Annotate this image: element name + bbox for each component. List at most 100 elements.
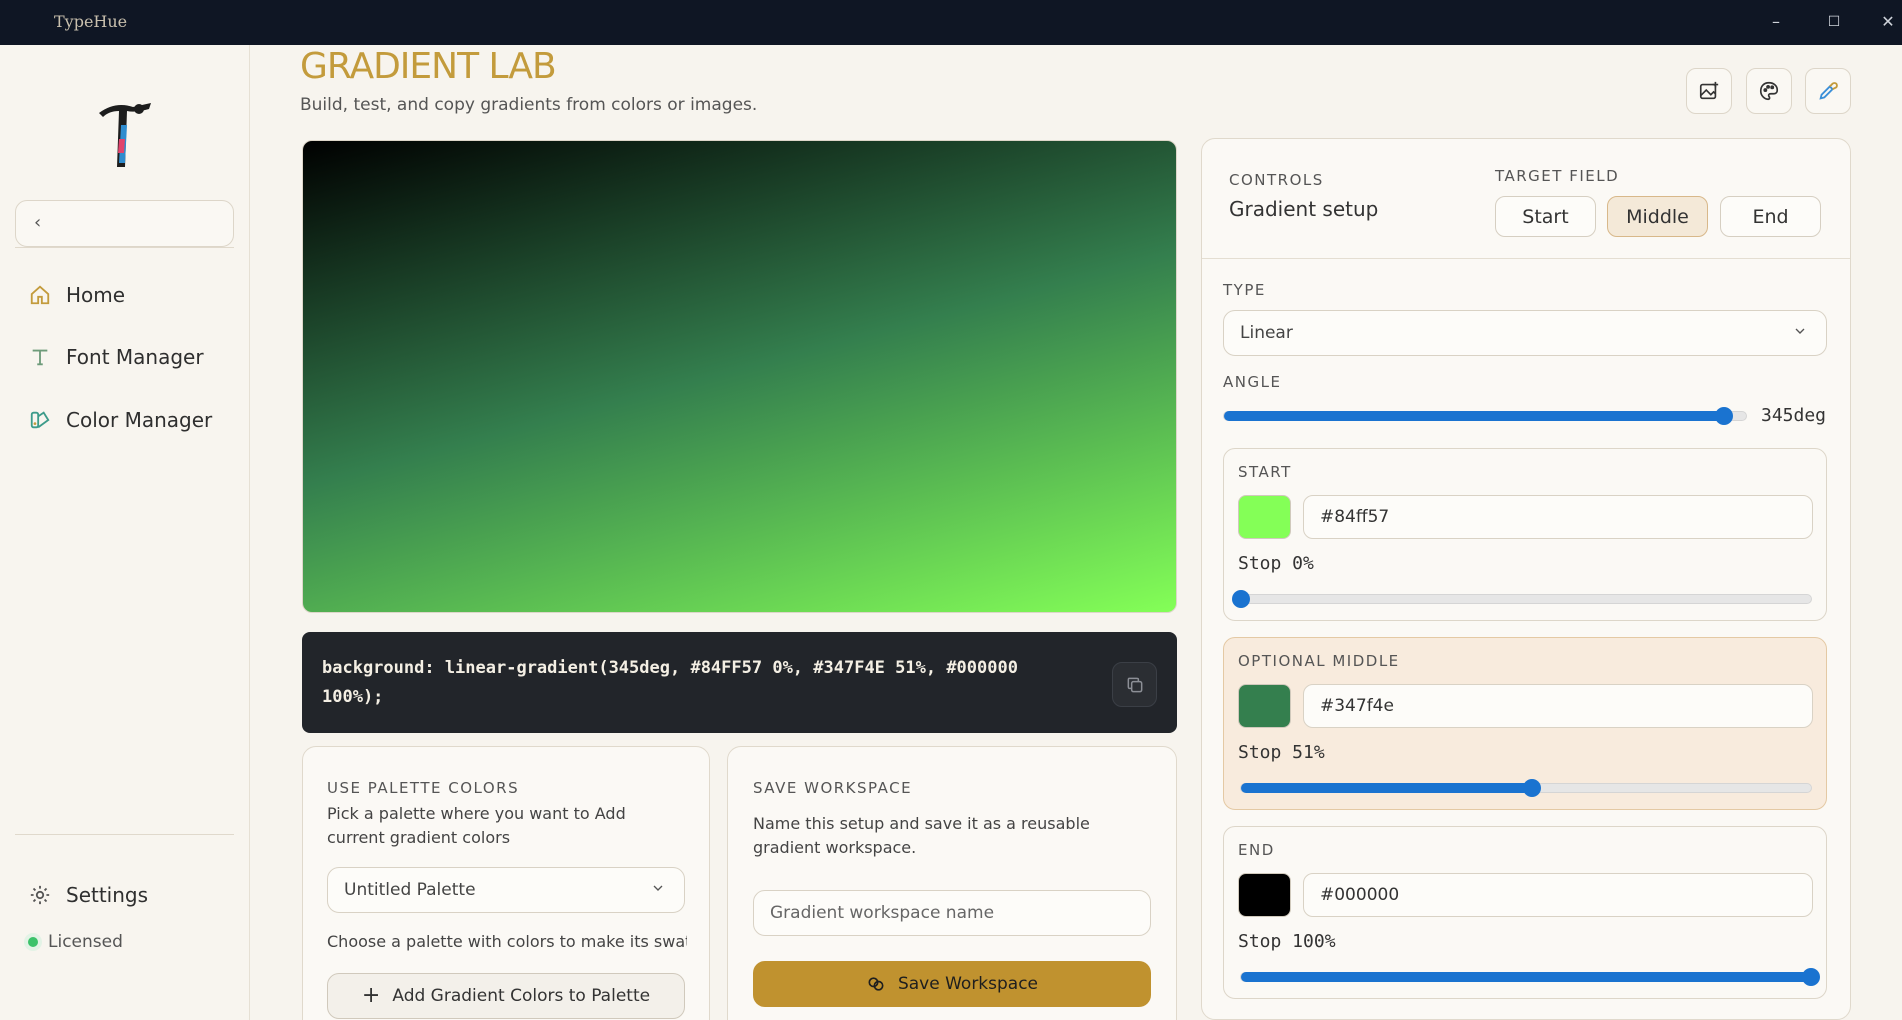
type-icon: [28, 345, 52, 369]
workspace-name-input[interactable]: [754, 891, 1150, 935]
sidebar-item-home[interactable]: Home: [28, 277, 125, 313]
license-status-label: Licensed: [48, 932, 123, 952]
middle-stop-card: OPTIONAL MIDDLE Stop 51%: [1223, 637, 1827, 810]
save-workspace-button-label: Save Workspace: [897, 974, 1039, 994]
start-hex-input[interactable]: [1304, 496, 1812, 538]
start-label: START: [1238, 463, 1292, 481]
palette-card-description: Pick a palette where you want to Add cur…: [327, 804, 626, 847]
image-add-icon: [1699, 81, 1719, 100]
target-start-button[interactable]: Start: [1495, 196, 1596, 237]
middle-hex-field[interactable]: [1303, 684, 1813, 728]
eyedropper-button[interactable]: [1805, 68, 1851, 114]
end-hex-input[interactable]: [1304, 874, 1812, 916]
settings-label: Settings: [66, 883, 149, 907]
gradient-type-value: Linear: [1240, 323, 1293, 343]
middle-stop-slider[interactable]: [1240, 779, 1812, 797]
start-stop-text: Stop 0%: [1238, 553, 1314, 574]
start-stop-slider-thumb[interactable]: [1232, 590, 1250, 608]
controls-panel: CONTROLS Gradient setup TARGET FIELD Sta…: [1201, 138, 1851, 1020]
start-color-swatch[interactable]: [1238, 495, 1291, 539]
sidebar-item-font-manager[interactable]: Font Manager: [28, 339, 204, 375]
target-field-label: TARGET FIELD: [1495, 167, 1620, 185]
copy-icon: [1127, 677, 1142, 692]
css-code-box: background: linear-gradient(345deg, #84F…: [302, 632, 1177, 733]
middle-stop-slider-fill: [1241, 783, 1532, 793]
gradient-preview: [302, 140, 1177, 613]
palette-card-label: USE PALETTE COLORS: [327, 779, 520, 797]
chevron-down-icon: [1792, 323, 1808, 344]
link-icon: [868, 977, 884, 991]
middle-color-swatch[interactable]: [1238, 684, 1291, 728]
add-gradient-colors-label: Add Gradient Colors to Palette: [392, 986, 651, 1006]
sidebar-divider: [15, 247, 234, 248]
end-label: END: [1238, 841, 1275, 859]
page-title: GRADIENT LAB: [300, 46, 557, 87]
angle-label: ANGLE: [1223, 373, 1282, 391]
title-bar: TypeHue – ☐ ✕: [0, 0, 1902, 45]
palette-card: USE PALETTE COLORS Pick a palette where …: [302, 746, 710, 1020]
panel-divider: [1202, 258, 1850, 259]
middle-stop-slider-thumb[interactable]: [1522, 779, 1541, 797]
palette-book-icon: [28, 408, 52, 432]
sidebar-item-label: Font Manager: [66, 345, 204, 369]
css-code-text: background: linear-gradient(345deg, #84F…: [322, 658, 1018, 707]
angle-slider[interactable]: [1223, 407, 1747, 425]
angle-slider-fill: [1224, 411, 1725, 421]
palette-button[interactable]: [1746, 68, 1792, 114]
chevron-left-icon: ‹: [34, 212, 42, 233]
add-gradient-colors-button[interactable]: + Add Gradient Colors to Palette: [327, 973, 685, 1019]
start-stop-slider[interactable]: [1232, 590, 1812, 608]
image-gradient-button[interactable]: [1686, 68, 1732, 114]
angle-slider-thumb[interactable]: [1715, 407, 1734, 425]
minimize-button[interactable]: –: [1762, 10, 1790, 34]
start-stop-card: START Stop 0%: [1223, 448, 1827, 621]
end-color-swatch[interactable]: [1238, 873, 1291, 917]
page-subtitle: Build, test, and copy gradients from col…: [300, 95, 758, 115]
end-stop-card: END Stop 100%: [1223, 826, 1827, 999]
copy-code-button[interactable]: [1112, 662, 1157, 707]
end-stop-slider-thumb[interactable]: [1802, 968, 1820, 986]
sidebar-item-settings[interactable]: Settings: [28, 877, 148, 913]
middle-stop-text: Stop 51%: [1238, 742, 1325, 763]
eyedropper-icon: [1819, 82, 1838, 100]
palette-select-value: Untitled Palette: [344, 880, 476, 900]
middle-label: OPTIONAL MIDDLE: [1238, 652, 1400, 670]
maximize-button[interactable]: ☐: [1820, 10, 1848, 34]
sidebar: ‹ Home Font Manager Color Manager Settin…: [0, 45, 250, 1020]
palette-select[interactable]: Untitled Palette: [327, 867, 685, 913]
gradient-type-select[interactable]: Linear: [1223, 310, 1827, 356]
workspace-name-field[interactable]: [753, 890, 1151, 936]
palette-icon: [1759, 81, 1779, 101]
gear-icon: [28, 883, 52, 907]
start-hex-field[interactable]: [1303, 495, 1813, 539]
plus-icon: +: [361, 983, 381, 1008]
save-workspace-card: SAVE WORKSPACE Name this setup and save …: [727, 746, 1177, 1020]
middle-hex-input[interactable]: [1304, 685, 1812, 727]
sidebar-item-label: Color Manager: [66, 408, 213, 432]
controls-title: Gradient setup: [1229, 197, 1379, 221]
sidebar-collapse-button[interactable]: ‹: [15, 200, 234, 247]
license-status: Licensed: [28, 932, 123, 952]
end-stop-slider-fill: [1241, 972, 1811, 982]
end-stop-text: Stop 100%: [1238, 931, 1336, 952]
sidebar-divider: [15, 834, 234, 835]
sidebar-item-label: Home: [66, 283, 126, 307]
home-icon: [28, 283, 52, 307]
end-stop-slider[interactable]: [1240, 968, 1820, 986]
save-workspace-label: SAVE WORKSPACE: [753, 779, 913, 797]
target-end-button[interactable]: End: [1720, 196, 1821, 237]
palette-hint: Choose a palette with colors to make its…: [327, 932, 687, 951]
angle-value: 345deg: [1761, 405, 1827, 426]
app-logo-icon: [99, 103, 151, 167]
license-status-dot: [28, 937, 38, 947]
save-workspace-button[interactable]: Save Workspace: [753, 961, 1151, 1007]
end-hex-field[interactable]: [1303, 873, 1813, 917]
target-middle-button[interactable]: Middle: [1607, 196, 1708, 237]
controls-label: CONTROLS: [1229, 171, 1324, 189]
app-name: TypeHue: [54, 12, 128, 31]
close-button[interactable]: ✕: [1874, 10, 1902, 34]
sidebar-item-color-manager[interactable]: Color Manager: [28, 402, 212, 438]
save-workspace-description: Name this setup and save it as a reusabl…: [753, 814, 1090, 857]
type-label: TYPE: [1223, 281, 1266, 299]
chevron-down-icon: [650, 880, 666, 901]
